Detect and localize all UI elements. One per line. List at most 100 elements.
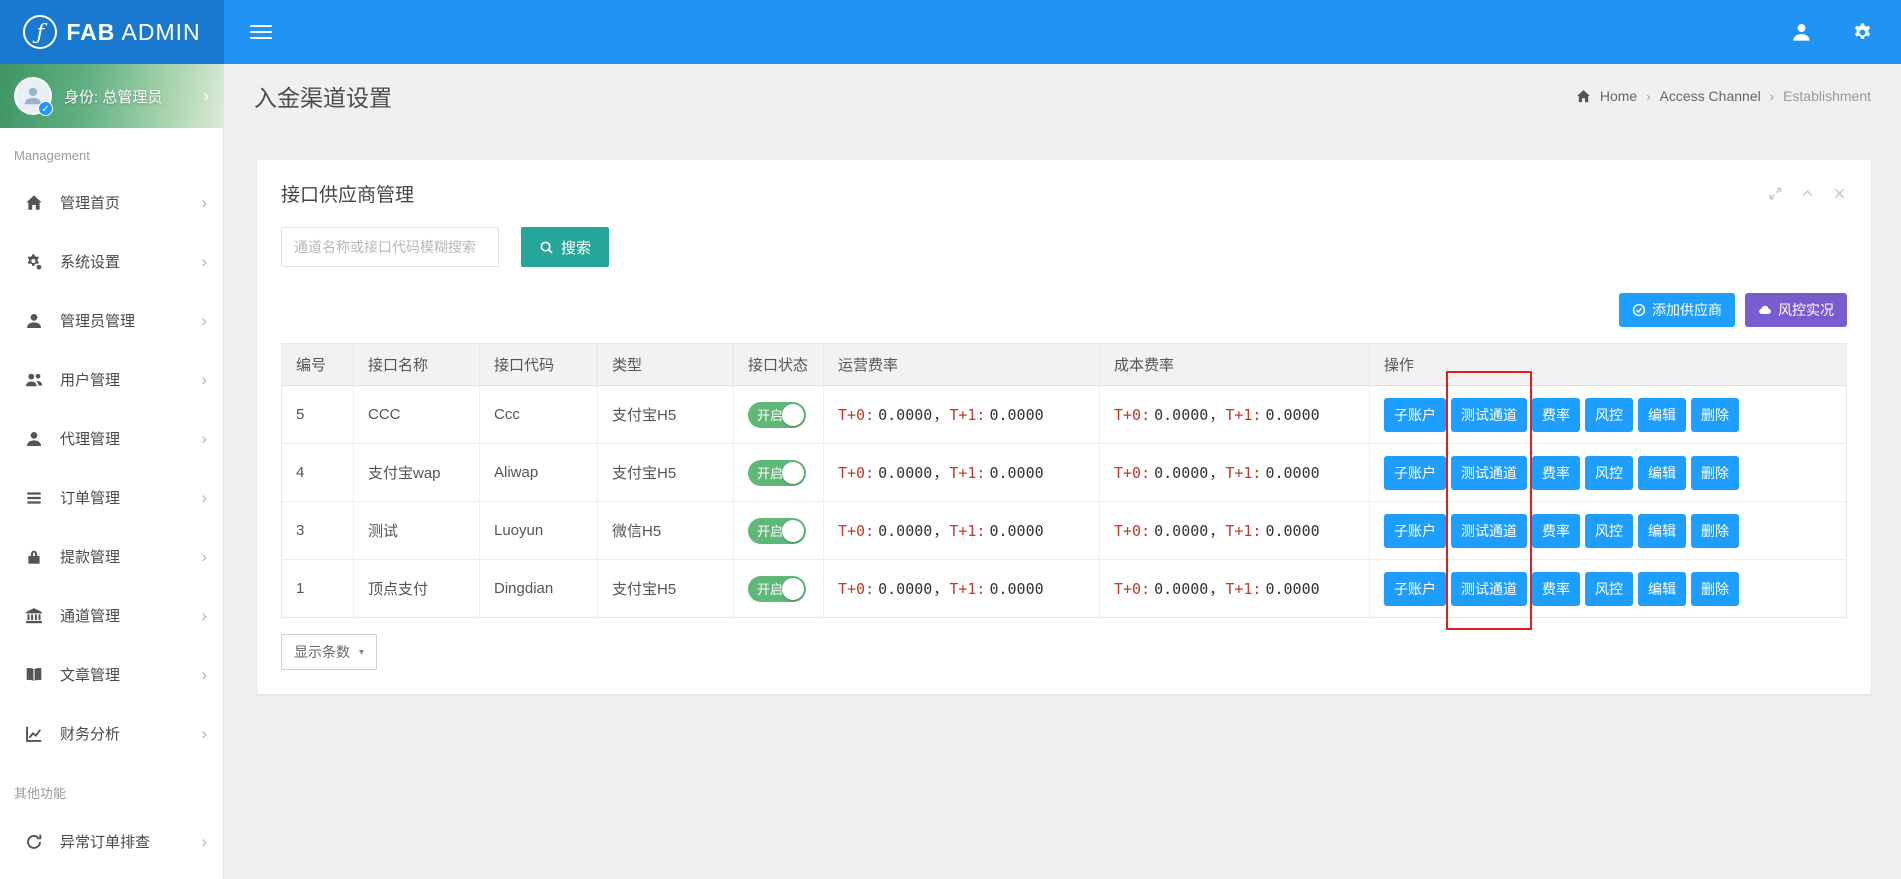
settings-gear-icon[interactable]	[1852, 22, 1873, 43]
sidebar-item-article[interactable]: 文章管理›	[0, 645, 223, 704]
action-sub-account-button[interactable]: 子账户	[1384, 456, 1446, 490]
action-rate-button[interactable]: 费率	[1532, 514, 1580, 548]
cell-cost-rate: T+0:0.0000，T+1:0.0000	[1100, 386, 1370, 444]
app-root: ƒ FAB ADMIN ✓ 身份: 总管理员 › Management 管理首页…	[0, 0, 1901, 879]
rate-t1-label: T+1:	[949, 406, 985, 424]
sidebar-item-home[interactable]: 管理首页›	[0, 173, 223, 232]
action-rate-button[interactable]: 费率	[1532, 398, 1580, 432]
action-risk-button[interactable]: 风控	[1585, 398, 1633, 432]
sidebar-item-users[interactable]: 用户管理›	[0, 350, 223, 409]
action-test-channel-button[interactable]: 测试通道	[1451, 572, 1527, 606]
add-supplier-button[interactable]: 添加供应商	[1619, 293, 1735, 327]
sidebar-item-label: 管理首页	[60, 192, 120, 213]
collapse-icon[interactable]	[1800, 186, 1815, 201]
sidebar-item-withdraw[interactable]: 提款管理›	[0, 527, 223, 586]
suppliers-table: 编号 接口名称 接口代码 类型 接口状态 运营费率 成本费率 操作 5CCCCc…	[281, 343, 1847, 618]
cell-name: CCC	[354, 386, 480, 444]
rate-t0-label: T+0:	[838, 464, 874, 482]
verified-check-icon: ✓	[38, 101, 53, 116]
action-delete-button[interactable]: 删除	[1691, 398, 1739, 432]
fullscreen-icon[interactable]	[1768, 186, 1783, 201]
article-icon	[24, 666, 44, 684]
col-header-type: 类型	[598, 344, 734, 386]
rate-t0-label: T+0:	[838, 580, 874, 598]
profile-banner[interactable]: ✓ 身份: 总管理员 ›	[0, 64, 223, 128]
profile-role-label: 身份: 总管理员	[64, 86, 162, 107]
sidebar-item-orders[interactable]: 订单管理›	[0, 468, 223, 527]
sidebar-item-label: 财务分析	[60, 723, 120, 744]
col-header-status: 接口状态	[734, 344, 824, 386]
topbar: ƒ FAB ADMIN	[0, 0, 1901, 64]
rate-t0-value: 0.0000	[1154, 522, 1208, 540]
cell-cost-rate: T+0:0.0000，T+1:0.0000	[1100, 502, 1370, 560]
sidebar-section-label: 其他功能	[0, 763, 223, 812]
action-delete-button[interactable]: 删除	[1691, 514, 1739, 548]
chevron-right-icon: ›	[201, 311, 207, 331]
action-sub-account-button[interactable]: 子账户	[1384, 514, 1446, 548]
status-toggle-label: 开启	[757, 521, 783, 540]
status-toggle[interactable]: 开启	[748, 460, 806, 486]
cell-actions: 子账户测试通道费率风控编辑删除	[1370, 560, 1847, 618]
cell-id: 3	[282, 502, 354, 560]
rate-t0-value: 0.0000	[1154, 464, 1208, 482]
breadcrumb-access-channel[interactable]: Access Channel	[1660, 88, 1761, 104]
action-risk-button[interactable]: 风控	[1585, 514, 1633, 548]
sidebar-item-refresh[interactable]: 异常订单排查›	[0, 812, 223, 871]
breadcrumb-separator: ›	[1646, 89, 1650, 104]
chevron-right-icon: ›	[201, 370, 207, 390]
action-sub-account-button[interactable]: 子账户	[1384, 572, 1446, 606]
risk-live-button[interactable]: 风控实况	[1745, 293, 1847, 327]
cell-id: 1	[282, 560, 354, 618]
main-content: 入金渠道设置 Home › Access Channel › Establish…	[224, 64, 1901, 879]
col-header-id: 编号	[282, 344, 354, 386]
action-delete-button[interactable]: 删除	[1691, 572, 1739, 606]
table-row: 5CCCCcc支付宝H5开启T+0:0.0000，T+1:0.0000T+0:0…	[282, 386, 1847, 444]
page-size-dropdown[interactable]: 显示条数 ▾	[281, 634, 377, 670]
avatar: ✓	[14, 77, 52, 115]
search-input[interactable]	[281, 227, 499, 267]
search-button[interactable]: 搜索	[521, 227, 609, 267]
breadcrumb-home[interactable]: Home	[1600, 88, 1637, 104]
action-edit-button[interactable]: 编辑	[1638, 514, 1686, 548]
sidebar-item-finance-chart[interactable]: 财务分析›	[0, 704, 223, 763]
sidebar-item-agent[interactable]: 代理管理›	[0, 409, 223, 468]
breadcrumb-current: Establishment	[1783, 88, 1871, 104]
user-icon[interactable]	[1791, 22, 1812, 43]
action-test-channel-button[interactable]: 测试通道	[1451, 514, 1527, 548]
sidebar-item-bank[interactable]: 通道管理›	[0, 586, 223, 645]
brand-light: ADMIN	[122, 19, 201, 45]
chevron-right-icon: ›	[201, 606, 207, 626]
status-toggle[interactable]: 开启	[748, 402, 806, 428]
close-icon[interactable]	[1832, 186, 1847, 201]
cell-name: 支付宝wap	[354, 444, 480, 502]
menu-toggle-icon[interactable]	[250, 21, 272, 43]
risk-live-label: 风控实况	[1778, 300, 1834, 320]
action-rate-button[interactable]: 费率	[1532, 456, 1580, 490]
action-rate-button[interactable]: 费率	[1532, 572, 1580, 606]
action-edit-button[interactable]: 编辑	[1638, 456, 1686, 490]
action-risk-button[interactable]: 风控	[1585, 572, 1633, 606]
action-risk-button[interactable]: 风控	[1585, 456, 1633, 490]
rate-t1-label: T+1:	[1225, 580, 1261, 598]
sidebar-item-admin[interactable]: 管理员管理›	[0, 291, 223, 350]
sidebar-item-gears[interactable]: 系统设置›	[0, 232, 223, 291]
action-delete-button[interactable]: 删除	[1691, 456, 1739, 490]
sidebar-menu-management: 管理首页›系统设置›管理员管理›用户管理›代理管理›订单管理›提款管理›通道管理…	[0, 173, 223, 763]
status-toggle[interactable]: 开启	[748, 518, 806, 544]
sidebar-item-label: 文章管理	[60, 664, 120, 685]
table-row: 1顶点支付Dingdian支付宝H5开启T+0:0.0000，T+1:0.000…	[282, 560, 1847, 618]
action-edit-button[interactable]: 编辑	[1638, 572, 1686, 606]
rate-t0-value: 0.0000	[878, 580, 932, 598]
action-edit-button[interactable]: 编辑	[1638, 398, 1686, 432]
brand-logo[interactable]: ƒ FAB ADMIN	[0, 0, 224, 64]
action-sub-account-button[interactable]: 子账户	[1384, 398, 1446, 432]
action-test-channel-button[interactable]: 测试通道	[1451, 456, 1527, 490]
toggle-knob	[782, 462, 804, 484]
cell-op-rate: T+0:0.0000，T+1:0.0000	[824, 502, 1100, 560]
cell-name: 顶点支付	[354, 560, 480, 618]
rate-t0-label: T+0:	[838, 406, 874, 424]
status-toggle[interactable]: 开启	[748, 576, 806, 602]
chevron-right-icon: ›	[201, 547, 207, 567]
brand-icon: ƒ	[23, 15, 57, 49]
action-test-channel-button[interactable]: 测试通道	[1451, 398, 1527, 432]
